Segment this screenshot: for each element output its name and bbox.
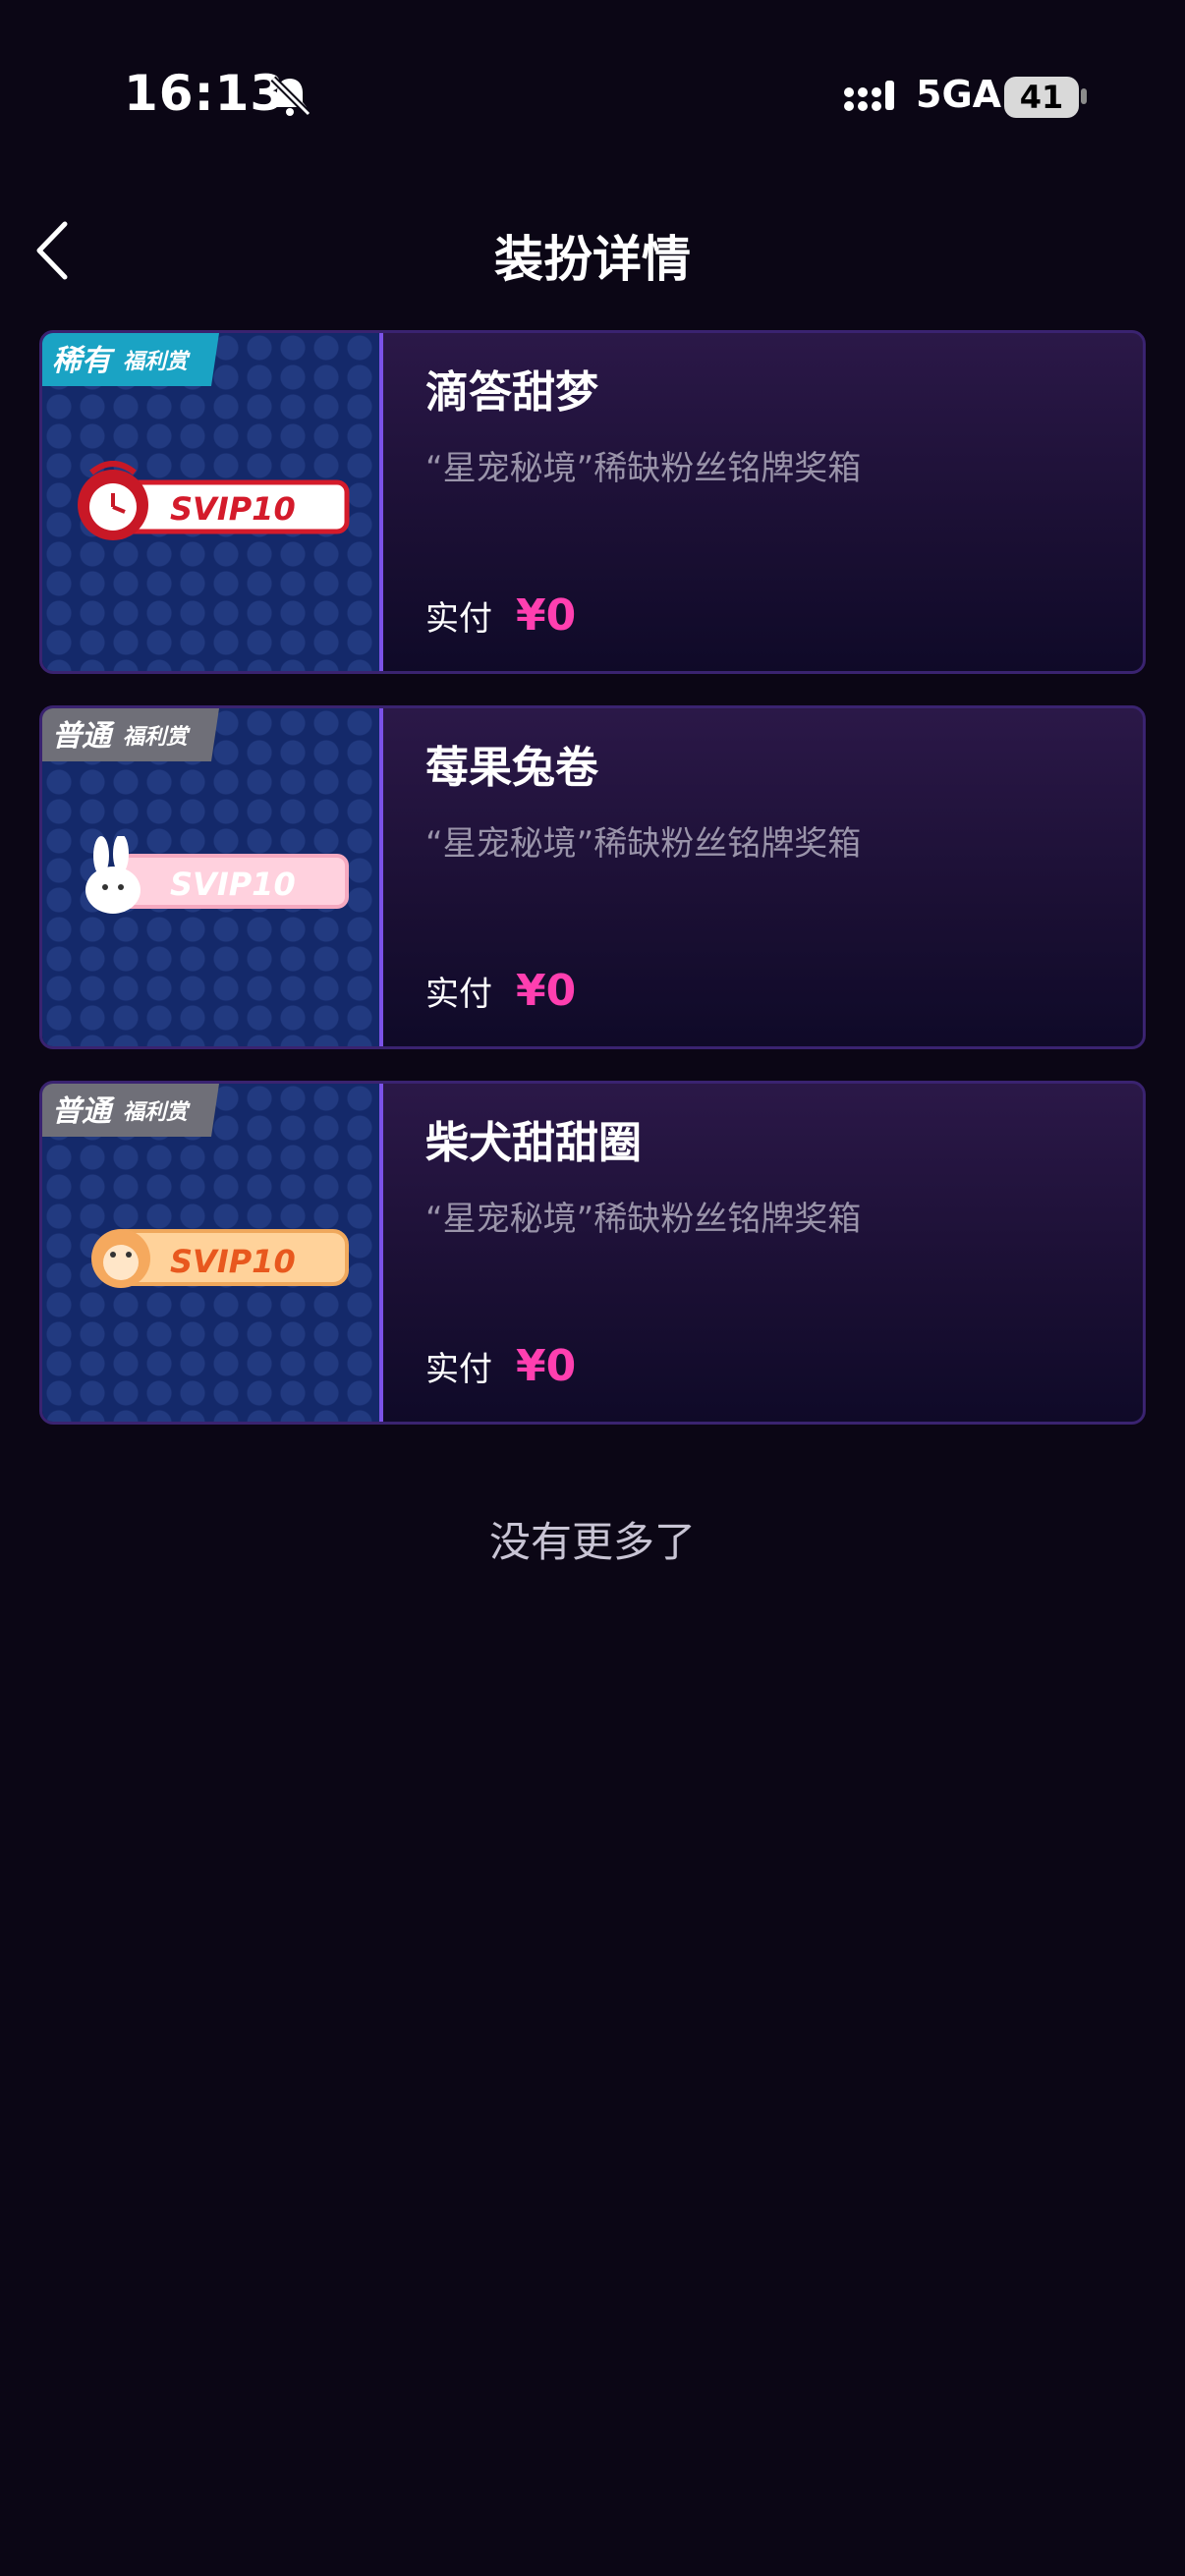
item-thumbnail: 稀有 福利赏 SVIP10 [42,333,383,671]
price-row: 实付 ¥0 [425,966,576,1016]
battery-tip [1081,88,1087,104]
item-name: 柴犬甜甜圈 [425,1118,642,1168]
outfit-card[interactable]: 普通 福利赏 SVIP10 莓果兔卷 “星宠秘境”稀缺粉丝铭牌奖箱 实付 ¥0 [39,705,1146,1049]
rarity-badge: 普通 福利赏 [42,1084,219,1137]
item-description: “星宠秘境”稀缺粉丝铭牌奖箱 [425,1200,862,1239]
outfit-card[interactable]: 稀有 福利赏 SVIP10 滴答甜梦 “星宠秘境”稀缺粉丝铭牌奖箱 实付 ¥0 [39,330,1146,674]
badge-main-text: 普通 [52,1094,116,1129]
page-title: 装扮详情 [494,231,691,288]
status-time: 16:13 [124,65,286,122]
price-row: 实付 ¥0 [425,1341,576,1391]
badge-sub-text: 福利赏 [123,724,191,750]
price-value: ¥0 [516,1341,577,1391]
name-plate-image: SVIP10 [91,1229,349,1288]
item-thumbnail: 普通 福利赏 SVIP10 [42,1084,383,1422]
status-bar: 16:13 5GA 41 [0,0,1185,196]
item-info: 莓果兔卷 “星宠秘境”稀缺粉丝铭牌奖箱 [425,732,1123,865]
battery-icon: 41 [1004,77,1079,118]
badge-sub-text: 福利赏 [123,1099,191,1125]
plate-text: SVIP10 [170,1243,296,1280]
rarity-badge: 普通 福利赏 [42,708,219,761]
plate-text: SVIP10 [170,866,296,903]
rarity-badge: 稀有 福利赏 [42,333,219,386]
item-name: 莓果兔卷 [425,743,598,793]
price-value: ¥0 [516,966,577,1016]
badge-sub-text: 福利赏 [123,349,191,374]
item-name: 滴答甜梦 [425,367,598,418]
price-label: 实付 [425,1350,492,1389]
network-type: 5GA [916,73,1002,116]
battery-level: 41 [1019,79,1064,116]
item-list: 稀有 福利赏 SVIP10 滴答甜梦 “星宠秘境”稀缺粉丝铭牌奖箱 实付 ¥0 [39,330,1146,1456]
nav-bar: 装扮详情 [0,196,1185,305]
item-description: “星宠秘境”稀缺粉丝铭牌奖箱 [425,824,862,864]
item-info: 滴答甜梦 “星宠秘境”稀缺粉丝铭牌奖箱 [425,357,1123,489]
price-value: ¥0 [516,590,577,641]
price-label: 实付 [425,975,492,1014]
item-info: 柴犬甜甜圈 “星宠秘境”稀缺粉丝铭牌奖箱 [425,1107,1123,1240]
no-more-text: 没有更多了 [488,1518,696,1566]
item-thumbnail: 普通 福利赏 SVIP10 [42,708,383,1046]
badge-main-text: 稀有 [52,344,116,378]
outfit-card[interactable]: 普通 福利赏 SVIP10 柴犬甜甜圈 “星宠秘境”稀缺粉丝铭牌奖箱 实付 ¥0 [39,1081,1146,1425]
plate-text: SVIP10 [170,490,296,528]
bell-muted-icon [270,76,311,117]
name-plate-image: SVIP10 [85,836,349,914]
price-row: 实付 ¥0 [425,590,576,641]
badge-main-text: 普通 [52,719,116,754]
name-plate-image: SVIP10 [78,461,350,540]
price-label: 实付 [425,599,492,639]
item-description: “星宠秘境”稀缺粉丝铭牌奖箱 [425,449,862,488]
signal-icon [844,81,894,111]
